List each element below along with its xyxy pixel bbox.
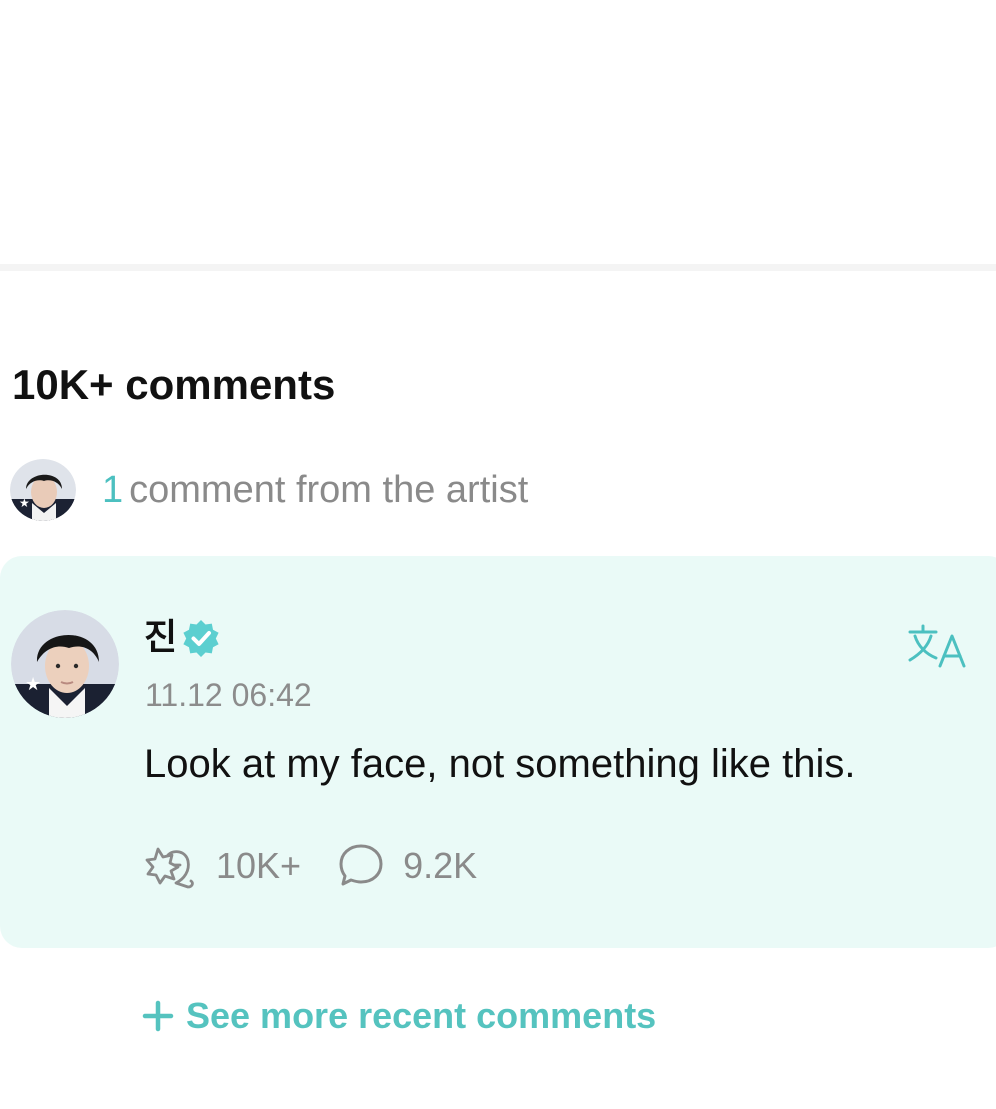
comment-reactions: 10K+ 9.2K (144, 840, 477, 892)
blank-area (0, 0, 996, 264)
author-avatar[interactable]: ★ (11, 610, 119, 718)
translate-icon (908, 624, 966, 668)
like-icon (145, 847, 194, 889)
artist-comment-count: 1 (102, 469, 124, 511)
comment-text: Look at my face, not something like this… (144, 742, 856, 786)
translate-button[interactable] (906, 622, 970, 672)
comments-count-heading: 10K+ comments (12, 361, 336, 408)
see-more-label: See more recent comments (186, 995, 657, 1036)
like-button[interactable]: 10K+ (144, 841, 301, 891)
reply-count: 9.2K (403, 845, 478, 886)
see-more-recent-comments-button[interactable]: See more recent comments (142, 992, 656, 1040)
reply-bubble-icon (339, 844, 383, 886)
artist-comment-label: comment from the artist (129, 469, 529, 511)
svg-text:★: ★ (25, 674, 41, 695)
artist-comments-link[interactable]: ★ 1 comment from the artist (10, 458, 528, 522)
plus-icon (142, 1000, 174, 1032)
svg-text:★: ★ (19, 496, 30, 510)
comment-timestamp: 11.12 06:42 (145, 677, 312, 713)
author-avatar-image: ★ (11, 610, 119, 718)
comment-author-row: 진 (144, 612, 221, 664)
artist-comment-summary: 1 comment from the artist (102, 466, 528, 514)
reply-button[interactable]: 9.2K (337, 842, 477, 890)
artist-avatar-small: ★ (10, 459, 76, 521)
avatar-image: ★ (10, 459, 76, 521)
verified-badge-icon (183, 620, 219, 657)
like-count: 10K+ (216, 845, 302, 886)
section-divider (0, 264, 996, 271)
comment-author-name[interactable]: 진 (144, 614, 177, 662)
